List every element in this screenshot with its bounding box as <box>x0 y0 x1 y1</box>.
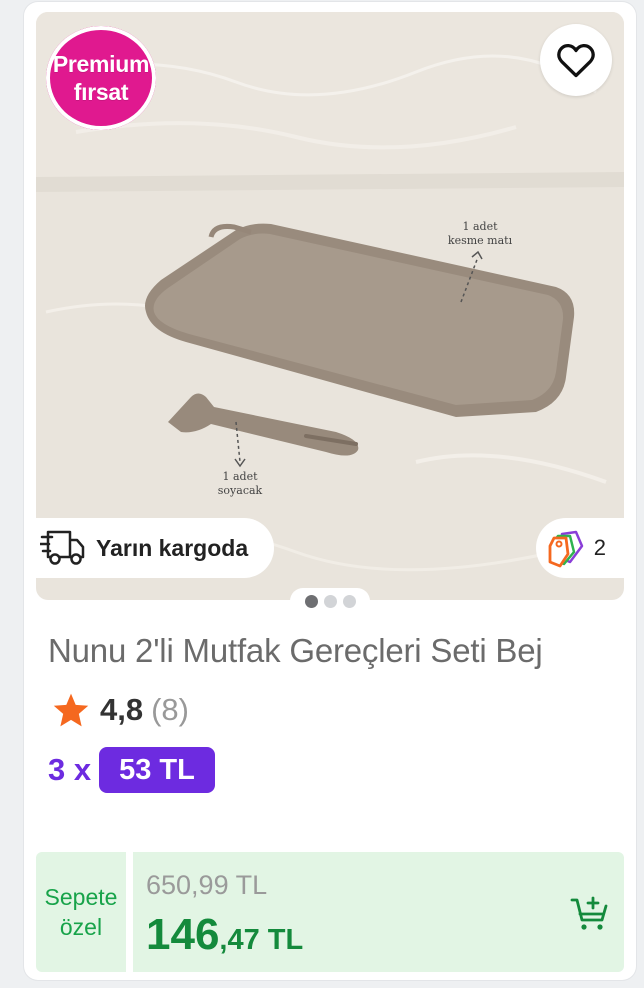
premium-badge-line1: Premium <box>52 51 150 77</box>
premium-deal-badge: Premium fırsat <box>46 26 156 130</box>
installment-multiplier: 3 x <box>48 752 92 787</box>
premium-badge-line2: fırsat <box>73 79 129 105</box>
campaign-tags-badge[interactable]: 2 <box>536 518 624 578</box>
delivery-label: Yarın kargoda <box>96 534 249 561</box>
carousel-dot-2[interactable] <box>323 594 337 608</box>
star-icon <box>53 693 89 727</box>
heart-outline-icon <box>557 43 595 78</box>
discounted-price-main: 146 <box>146 910 220 959</box>
image-carousel-indicator[interactable] <box>290 588 370 614</box>
peeler-annotation-line1: 1 adet <box>222 470 258 483</box>
carousel-dot-1[interactable] <box>304 594 318 608</box>
mat-annotation-line2: kesme matı <box>448 234 513 247</box>
peeler-annotation-line2: soyacak <box>218 484 263 497</box>
installment-amount: 53 TL <box>99 747 215 793</box>
installment-info: 3 x 53 TL <box>48 746 215 794</box>
discounted-price: 146,47 TL <box>146 910 303 960</box>
product-card[interactable]: 1 adet kesme matı 1 adet soyacak Premium… <box>24 2 636 980</box>
cart-special-label: Sepete özel <box>36 852 133 972</box>
favorite-button[interactable] <box>540 24 612 96</box>
carousel-dot-3[interactable] <box>342 594 356 608</box>
rating-score: 4,8 <box>100 692 144 727</box>
add-to-cart-button[interactable] <box>568 892 612 936</box>
cart-special-label-line1: Sepete <box>44 884 118 910</box>
cart-special-label-line2: özel <box>59 914 103 940</box>
add-to-cart-icon <box>570 896 608 930</box>
original-price: 650,99 TL <box>146 870 268 900</box>
product-title[interactable]: Nunu 2'li Mutfak Gereçleri Seti Bej <box>48 632 618 670</box>
tags-icon <box>548 530 583 568</box>
cart-special-price-box[interactable]: Sepete özel 650,99 TL 146,47 TL <box>36 852 624 972</box>
campaign-count: 2 <box>593 535 606 560</box>
fast-delivery-badge: Yarın kargoda <box>36 518 274 578</box>
discounted-price-rest: ,47 TL <box>219 924 304 956</box>
delivery-truck-icon <box>40 530 85 565</box>
product-rating[interactable]: 4,8 (8) <box>52 690 189 730</box>
rating-count: (8) <box>151 692 189 727</box>
mat-annotation-line1: 1 adet <box>462 220 498 233</box>
